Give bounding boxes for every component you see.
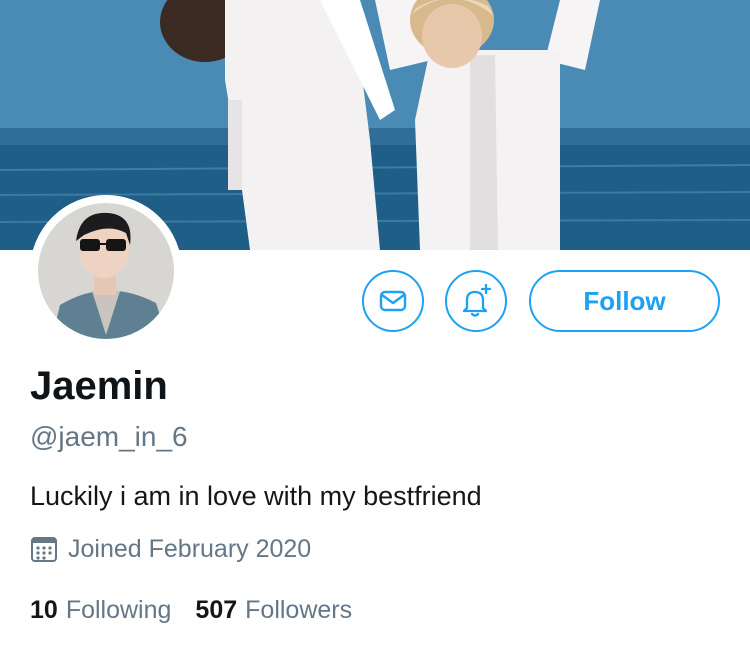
- followers-label: Followers: [245, 596, 353, 624]
- followers-count: 507: [195, 596, 238, 624]
- message-button[interactable]: [362, 270, 424, 332]
- calendar-icon: [30, 535, 58, 563]
- notifications-button[interactable]: [445, 270, 507, 332]
- profile-bio: Luckily i am in love with my bestfriend: [30, 481, 482, 511]
- following-label: Following: [65, 596, 172, 624]
- following-link[interactable]: 10 Following: [30, 594, 171, 626]
- following-count: 10: [30, 596, 58, 624]
- profile-avatar[interactable]: [30, 195, 182, 347]
- followers-link[interactable]: 507 Followers: [195, 594, 352, 626]
- joined-text: Joined February 2020: [68, 535, 312, 563]
- profile-page: Follow Jaemin @jaem_in_6 Luckily i am in…: [0, 0, 750, 647]
- bell-plus-icon: [462, 284, 492, 317]
- follow-stats: 10 Following 507 Followers: [30, 594, 352, 626]
- follow-button[interactable]: Follow: [529, 270, 720, 332]
- joined-date: Joined February 2020: [30, 533, 311, 565]
- avatar-photo: [30, 195, 182, 347]
- envelope-icon: [379, 290, 407, 312]
- display-name: Jaemin: [30, 364, 168, 408]
- user-handle: @jaem_in_6: [30, 421, 188, 452]
